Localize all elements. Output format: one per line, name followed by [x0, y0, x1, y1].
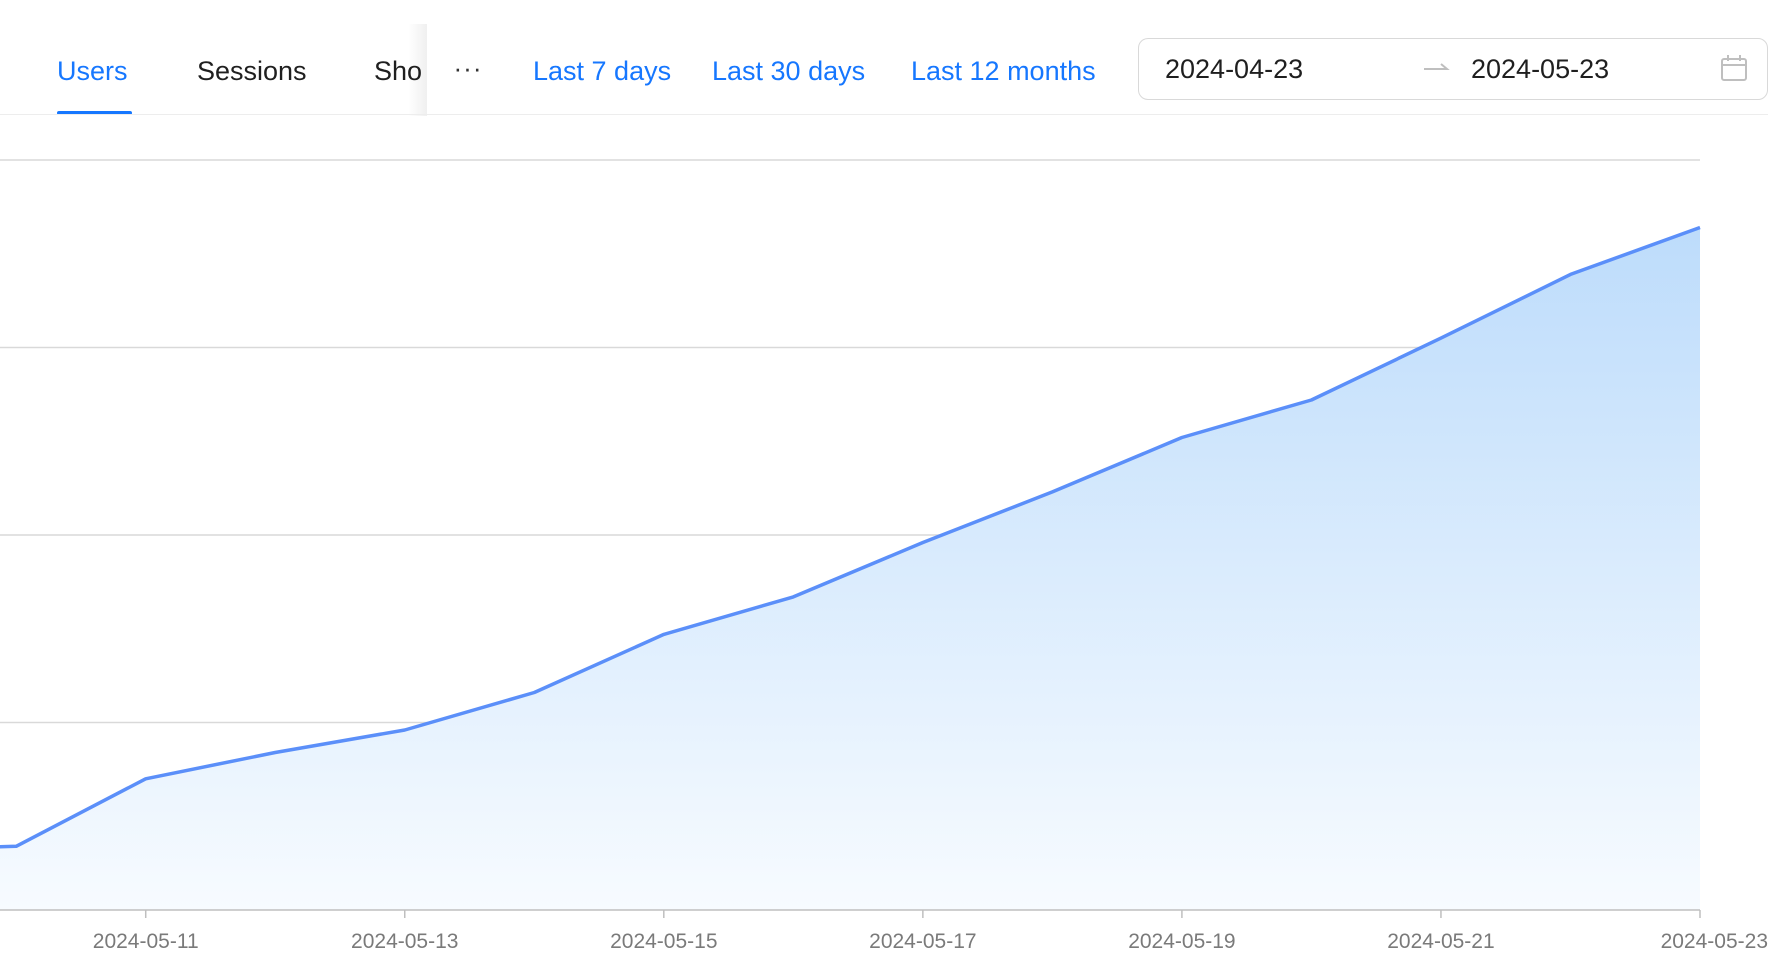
last-12-months-link[interactable]: Last 12 months: [911, 48, 1096, 94]
tabs-more-button[interactable]: ···: [448, 48, 488, 94]
users-area-chart: 2024-05-11 2024-05-13 2024-05-15 2024-05-17…: [0, 159, 1768, 953]
x-tick-label: 2024-05-13: [351, 930, 458, 953]
last-30-days-link[interactable]: Last 30 days: [712, 48, 865, 94]
x-tick-label: 2024-05-19: [1128, 930, 1235, 953]
toolbar: Users Sessions Sho ··· Last 7 days Last …: [0, 0, 1790, 116]
tab-users[interactable]: Users: [57, 48, 128, 94]
start-date-input[interactable]: [1165, 47, 1395, 91]
swap-right-icon: [1424, 63, 1450, 70]
x-tick-label: 2024-05-17: [869, 930, 976, 953]
x-tick-label: 2024-05-11: [93, 930, 199, 953]
x-tick-label: 2024-05-21: [1387, 930, 1494, 953]
area-fill: [0, 227, 1700, 910]
end-date-input[interactable]: [1471, 47, 1701, 91]
tabs-scroll-shadow: [408, 24, 427, 116]
last-7-days-link[interactable]: Last 7 days: [533, 48, 671, 94]
x-tick-label: 2024-05-23: [1661, 930, 1768, 953]
date-range-picker[interactable]: [1138, 38, 1768, 100]
tab-sessions[interactable]: Sessions: [197, 48, 307, 94]
x-tick-label: 2024-05-15: [610, 930, 717, 953]
tabs-divider: [0, 114, 1768, 115]
calendar-icon[interactable]: [1719, 53, 1749, 83]
